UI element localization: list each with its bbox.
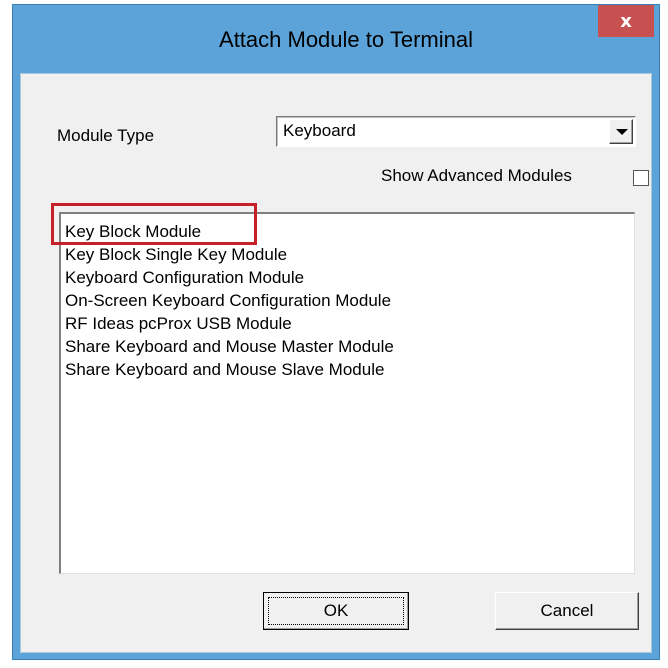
list-item[interactable]: Keyboard Configuration Module: [65, 266, 634, 289]
focus-rectangle: [268, 597, 404, 625]
list-item[interactable]: RF Ideas pcProx USB Module: [65, 312, 634, 335]
list-item[interactable]: On-Screen Keyboard Configuration Module: [65, 289, 634, 312]
module-list[interactable]: Key Block Module Key Block Single Key Mo…: [59, 212, 635, 574]
dialog-title: Attach Module to Terminal: [219, 27, 473, 52]
title-bar[interactable]: Attach Module to Terminal x: [13, 5, 659, 73]
module-type-label: Module Type: [57, 126, 155, 145]
close-button[interactable]: x: [598, 5, 654, 37]
show-advanced-label: Show Advanced Modules: [381, 166, 572, 185]
dialog-content: Module Type Keyboard Show Advanced Modul…: [20, 73, 652, 653]
dialog-window: Attach Module to Terminal x Module Type …: [12, 4, 660, 660]
cancel-button-label: Cancel: [540, 601, 594, 620]
ok-button[interactable]: OK: [263, 592, 409, 630]
list-item[interactable]: Share Keyboard and Mouse Slave Module: [65, 358, 634, 381]
list-item[interactable]: Share Keyboard and Mouse Master Module: [65, 335, 634, 358]
list-item[interactable]: Key Block Single Key Module: [65, 243, 634, 266]
show-advanced-checkbox[interactable]: [633, 170, 649, 186]
cancel-button[interactable]: Cancel: [495, 592, 639, 630]
chevron-down-icon[interactable]: [609, 119, 633, 144]
module-type-value: Keyboard: [283, 121, 356, 140]
highlight-box: [51, 203, 257, 245]
close-icon: x: [620, 10, 632, 32]
module-type-dropdown[interactable]: Keyboard: [276, 116, 636, 147]
